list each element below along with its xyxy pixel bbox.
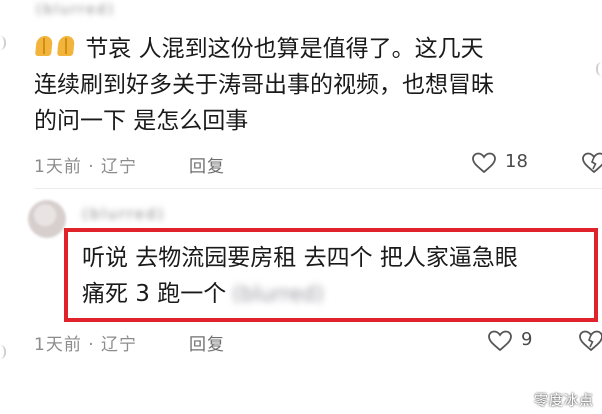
folded-hands-icon xyxy=(34,34,56,60)
heart-icon xyxy=(472,152,496,174)
comment2-line-1: 听说 去物流园要房租 去四个 把人家逼急眼 xyxy=(82,245,518,271)
comment-divider xyxy=(34,188,602,189)
left-edge-marker xyxy=(0,36,6,50)
comment1-meta: 1天前 · 辽宁 回复 18 xyxy=(34,151,602,177)
comment2-body: 听说 去物流园要房租 去四个 把人家逼急眼 痛死 3 跑一个 (blurred) xyxy=(82,240,592,312)
comment2-like-count: 9 xyxy=(521,329,533,350)
broken-heart-icon[interactable] xyxy=(578,330,602,352)
comment2-reply-button[interactable]: 回复 xyxy=(189,330,225,355)
comment1-line-1: 节哀 人混到这份也算是值得了。这几天 xyxy=(85,36,484,62)
comment1-line-3: 的问一下 是怎么回事 xyxy=(34,108,249,134)
comment1-line-2: 连续刷到好多关于涛哥出事的视频，也想冒昧 xyxy=(34,72,494,98)
comment1-time-location: 1天前 · 辽宁 xyxy=(34,157,138,177)
comment1-reply-button[interactable]: 回复 xyxy=(189,152,225,177)
heart-icon xyxy=(488,330,512,352)
watermark: 零度冰点 xyxy=(534,393,594,409)
comment1-body: 节哀 人混到这份也算是值得了。这几天 连续刷到好多关于涛哥出事的视频，也想冒昧 … xyxy=(34,31,594,139)
comment2-line-2: 痛死 3 跑一个 (blurred) xyxy=(82,276,592,312)
comment2-meta: 1天前 · 辽宁 回复 9 xyxy=(34,329,602,355)
comment2-username[interactable]: (blurred) xyxy=(82,205,165,223)
folded-hands-icon xyxy=(56,34,78,60)
comment2-blurred-text: (blurred) xyxy=(232,282,324,306)
comment2-time-location: 1天前 · 辽宁 xyxy=(34,335,138,355)
right-edge-marker xyxy=(596,62,602,76)
broken-heart-icon[interactable] xyxy=(581,152,602,174)
comment1-username[interactable]: (blurred) xyxy=(36,2,115,18)
comment1-like-count: 18 xyxy=(505,151,528,172)
avatar[interactable] xyxy=(28,200,66,238)
left-edge-marker xyxy=(0,345,6,359)
